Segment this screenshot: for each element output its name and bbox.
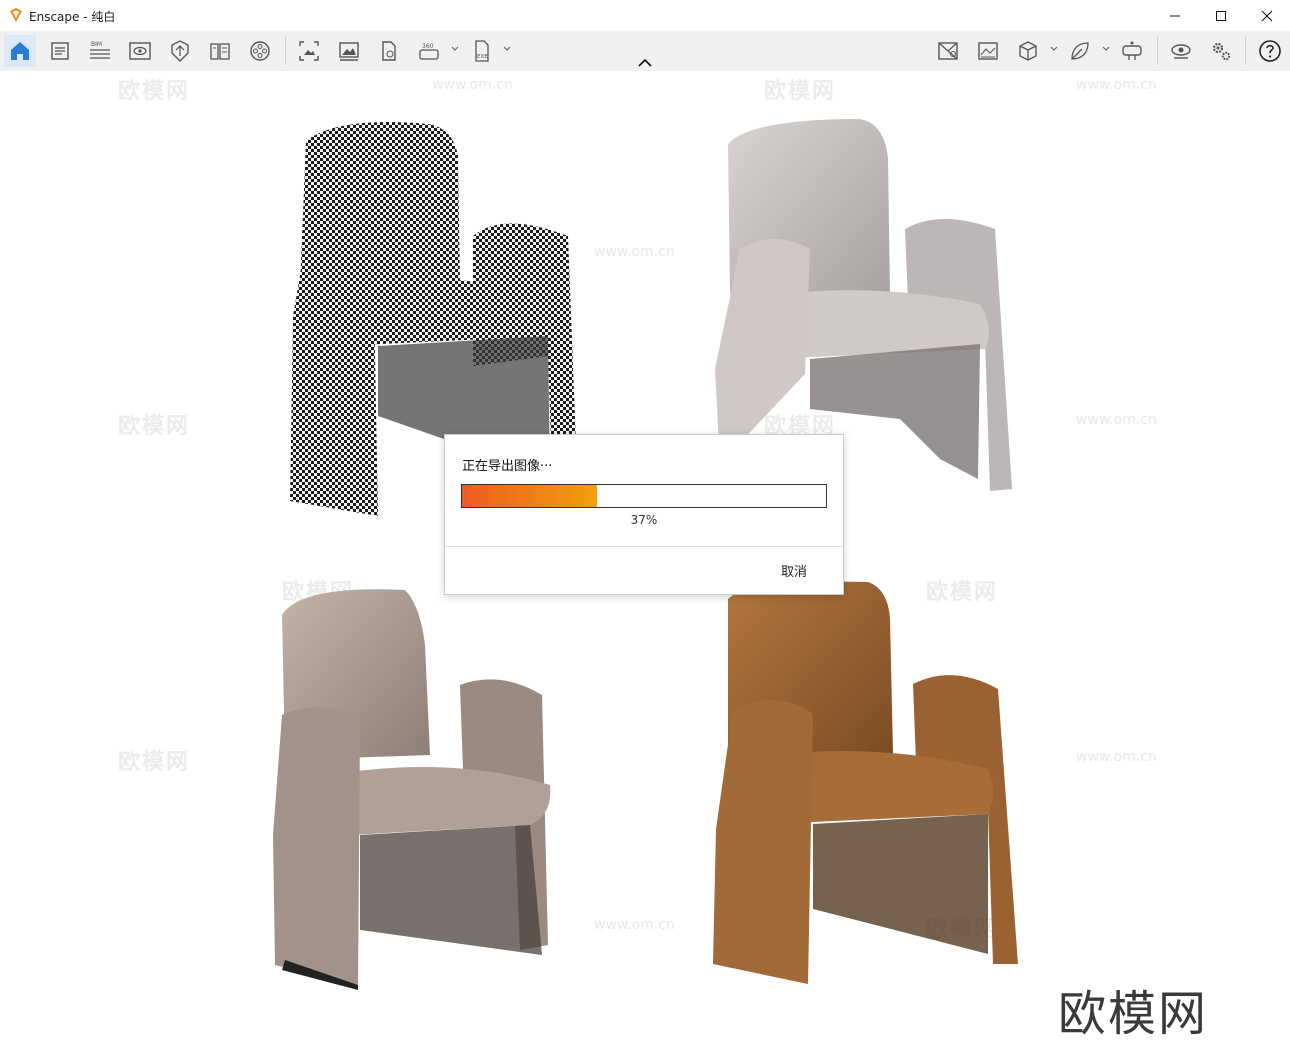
- export-status-message: 正在导出图像···: [462, 459, 553, 474]
- atmosphere-icon: [978, 42, 998, 60]
- home-icon: [11, 42, 29, 60]
- watermark-text: 欧模网: [764, 79, 837, 104]
- bim-label: BIM: [91, 41, 102, 48]
- site-context-button[interactable]: [932, 35, 964, 67]
- watermark-text: 欧模网: [118, 79, 191, 104]
- export-progress-percent: 37%: [630, 513, 658, 527]
- cube-icon: [1019, 41, 1037, 61]
- toolbar-separator: [1157, 37, 1158, 65]
- bim-icon: BIM: [90, 41, 110, 59]
- library-icon: [210, 43, 230, 60]
- exe-label: EXE: [477, 54, 488, 60]
- watermark-url: www.om.cn: [594, 917, 675, 933]
- watermark-url: www.om.cn: [594, 244, 675, 260]
- batch-render-icon: [339, 42, 359, 61]
- enscape-logo-icon: [10, 8, 22, 22]
- minimize-button[interactable]: [1152, 0, 1198, 31]
- atmosphere-button[interactable]: [972, 35, 1004, 67]
- visual-settings-button[interactable]: [1165, 35, 1197, 67]
- assets-button[interactable]: [44, 35, 76, 67]
- cancel-button[interactable]: 取消: [781, 561, 807, 580]
- settings-icon: [1212, 42, 1231, 61]
- maximize-icon: [1216, 10, 1226, 21]
- screenshot-button[interactable]: [293, 35, 325, 67]
- watermark-url: www.om.cn: [432, 77, 513, 93]
- site-context-icon: [938, 42, 958, 60]
- watermark-url: www.om.cn: [1076, 412, 1157, 428]
- video-button[interactable]: [244, 35, 276, 67]
- help-icon: [1259, 40, 1281, 62]
- toolbar-separator: [285, 37, 286, 65]
- screenshot-icon: [299, 41, 319, 61]
- material-icon: [171, 40, 189, 62]
- watermark-url: www.om.cn: [1076, 749, 1157, 765]
- vr-headset-icon: [1122, 41, 1142, 60]
- home-button[interactable]: [4, 35, 36, 67]
- chair-brown-fabric: [273, 589, 551, 990]
- assets-icon: [51, 42, 69, 60]
- close-icon: [1261, 10, 1273, 21]
- 360-button[interactable]: 360: [413, 35, 445, 67]
- maximize-button[interactable]: [1198, 0, 1244, 31]
- panorama-button[interactable]: [373, 35, 405, 67]
- settings-button[interactable]: [1205, 35, 1237, 67]
- dialog-divider: [445, 546, 843, 547]
- vr-headset-button[interactable]: [1116, 35, 1148, 67]
- view-button[interactable]: [124, 35, 156, 67]
- bim-button[interactable]: BIM: [84, 35, 116, 67]
- leaf-button[interactable]: [1064, 35, 1096, 67]
- window-title: Enscape - 纯白: [29, 10, 116, 24]
- view-icon: [129, 42, 151, 60]
- chevron-down-icon[interactable]: [450, 44, 460, 54]
- panorama-icon: [382, 41, 396, 61]
- watermark-logo-text: 欧模网: [1058, 986, 1209, 1042]
- cube-button[interactable]: [1012, 35, 1044, 67]
- material-button[interactable]: [164, 35, 196, 67]
- batch-render-button[interactable]: [333, 35, 365, 67]
- help-button[interactable]: [1254, 35, 1286, 67]
- minimize-icon: [1170, 15, 1180, 16]
- visual-settings-icon: [1171, 44, 1191, 59]
- watermark-text: 欧模网: [118, 414, 191, 439]
- exe-export-button[interactable]: EXE: [466, 35, 498, 67]
- watermark-text: 欧模网: [118, 750, 191, 775]
- chevron-down-icon[interactable]: [1101, 44, 1111, 54]
- leaf-icon: [1071, 42, 1089, 60]
- toolbar-separator: [1245, 37, 1246, 65]
- title-bar: Enscape - 纯白: [0, 0, 1290, 31]
- exe-export-icon: EXE: [475, 40, 489, 62]
- library-button[interactable]: [204, 35, 236, 67]
- video-icon: [250, 41, 270, 61]
- export-progress-bar: [461, 484, 827, 508]
- 360-icon: 360: [419, 43, 439, 60]
- collapse-toolbar-icon[interactable]: [636, 56, 654, 70]
- chevron-down-icon[interactable]: [1049, 44, 1059, 54]
- 360-label: 360: [422, 43, 434, 50]
- chevron-down-icon[interactable]: [502, 44, 512, 54]
- close-button[interactable]: [1244, 0, 1290, 31]
- export-progress-dialog: 正在导出图像··· 37% 取消: [444, 434, 844, 595]
- chair-caramel-leather: [713, 581, 1018, 984]
- export-progress-fill: [462, 485, 597, 507]
- watermark-url: www.om.cn: [1076, 77, 1157, 93]
